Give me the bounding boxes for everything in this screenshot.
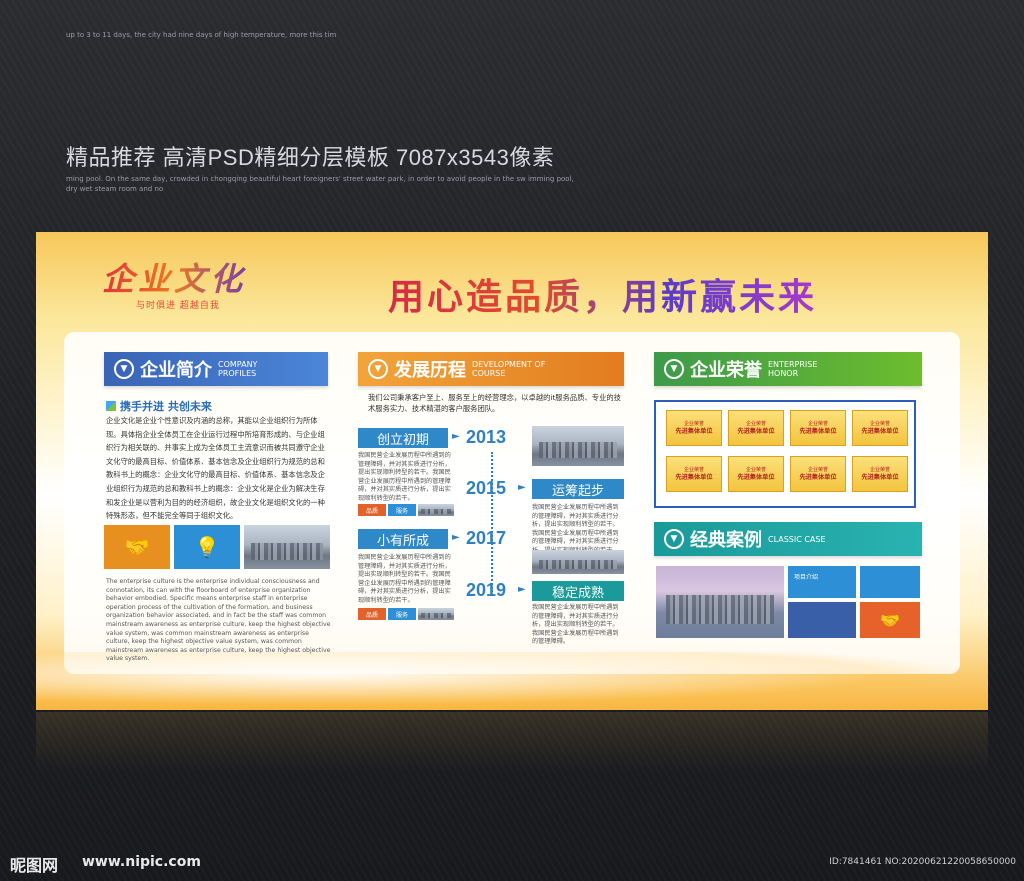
- timeline-tag-2019: 稳定成熟: [532, 581, 624, 601]
- city-image: [532, 426, 624, 466]
- honor-certificate: 企业荣誉 先进集体单位: [852, 456, 908, 492]
- display-board: 企业文化 与时俱进 超越自我 用心造品质，用新赢未来 ▼ 企业简介 COMPAN…: [36, 232, 988, 710]
- city-thumb: [418, 504, 454, 516]
- timeline-year-2019: 2019: [466, 580, 507, 600]
- history-title-en: DEVELOPMENT OF COURSE: [472, 360, 546, 378]
- case-info-box: 项目介绍: [788, 566, 856, 598]
- arrow-icon: ►: [452, 431, 460, 442]
- honor-certificate: 企业荣誉 先进集体单位: [728, 456, 784, 492]
- honor-certificate: 企业荣誉 先进集体单位: [728, 410, 784, 446]
- timeline-text-2017: 我国民营企业发展历程中所遇到的管理障碍，并对其实质进行分析，提出实现顺利转型的若…: [358, 554, 451, 604]
- handshake-icon: 🤝: [860, 602, 920, 638]
- profile-subtitle: 携手并进 共创未来: [120, 400, 212, 413]
- chevron-down-icon: ▼: [664, 529, 684, 549]
- board-reflection: [36, 712, 988, 772]
- cases-title-en: CLASSIC CASE: [768, 534, 826, 544]
- profile-subtitle-row: 携手并进 共创未来: [106, 398, 212, 414]
- footer-logo: 昵图网: [10, 856, 59, 875]
- timeline-text-2019: 我国民营企业发展历程中所遇到的管理障碍，并对其实质进行分析，提出实现顺利转型的若…: [532, 604, 619, 646]
- timeline-year-2013: 2013: [466, 427, 507, 447]
- honor-title: 企业荣誉: [690, 360, 762, 381]
- profile-title: 企业简介: [140, 360, 212, 381]
- profile-body: 企业文化是企业个性意识及内涵的总称，其能以企业组织行为所体现。具体指企业全体员工…: [106, 416, 325, 521]
- arrow-icon: ►: [518, 584, 526, 595]
- timeline-tag-2015: 运筹起步: [532, 479, 624, 499]
- profile-title-en: COMPANY PROFILES: [218, 360, 258, 378]
- city-skyline-image: [656, 566, 784, 638]
- footer-url[interactable]: www.nipic.com: [82, 854, 201, 870]
- city-thumb: [418, 608, 454, 620]
- honor-certificate: 企业荣誉 先进集体单位: [666, 410, 722, 446]
- board-slogan: 用心造品质，用新赢未来: [388, 268, 817, 320]
- timeline-tag-2017: 小有所成: [358, 529, 448, 549]
- mini-tag: 服务: [388, 608, 416, 620]
- arrow-icon: ►: [518, 482, 526, 493]
- history-title: 发展历程: [394, 360, 466, 381]
- timeline-year-2017: 2017: [466, 528, 507, 548]
- header-tiny-text: up to 3 to 11 days, the city had nine da…: [66, 31, 337, 39]
- board-logo: 企业文化: [102, 254, 246, 300]
- timeline-line: [491, 452, 495, 592]
- case-tile: [788, 602, 856, 638]
- honor-certificate: 企业荣誉 先进集体单位: [790, 410, 846, 446]
- timeline-text-2013: 我国民营企业发展历程中所遇到的管理障碍，并对其实质进行分析，提出实现顺利转型的若…: [358, 452, 451, 502]
- mini-tag: 品质: [358, 608, 386, 620]
- square-icon: [106, 401, 116, 411]
- honor-title-en: ENTERPRISE HONOR: [768, 360, 818, 378]
- honor-certificate: 企业荣誉 先进集体单位: [666, 456, 722, 492]
- case-tile: [860, 566, 920, 598]
- history-intro: 我们公司秉承客户至上、服务至上的经营理念，以卓越的it服务品质、专业的技术服务实…: [368, 393, 621, 413]
- header-small-text: ming pool. On the same day, crowded in c…: [66, 175, 574, 193]
- case-info-label: 项目介绍: [794, 574, 819, 581]
- cases-header: ▼ 经典案例 CLASSIC CASE: [654, 522, 922, 556]
- header-title: 精品推荐 高清PSD精细分层模板 7087x3543像素: [66, 145, 555, 170]
- mini-tag: 品质: [358, 504, 386, 516]
- history-header: ▼ 发展历程 DEVELOPMENT OF COURSE: [358, 352, 624, 386]
- footer-id: ID:7841461 NO:20200621220058650000: [829, 857, 1016, 867]
- chevron-down-icon: ▼: [368, 359, 388, 379]
- city-image: [244, 525, 330, 569]
- mini-tag: 服务: [388, 504, 416, 516]
- cases-title: 经典案例: [690, 530, 762, 551]
- lightbulb-icon: 💡: [174, 525, 240, 569]
- profile-english-body: The enterprise culture is the enterprise…: [106, 578, 331, 663]
- timeline-year-2015: 2015: [466, 478, 507, 498]
- timeline-text-2015: 我国民营企业发展历程中所遇到的管理障碍，并对其实质进行分析，提出实现顺利转型的若…: [532, 504, 619, 554]
- board-logo-sub: 与时俱进 超越自我: [136, 301, 220, 311]
- city-image: [532, 550, 624, 574]
- chevron-down-icon: ▼: [114, 359, 134, 379]
- honor-header: ▼ 企业荣誉 ENTERPRISE HONOR: [654, 352, 922, 386]
- timeline-tag-2013: 创立初期: [358, 428, 448, 448]
- chevron-down-icon: ▼: [664, 359, 684, 379]
- honor-certificate: 企业荣誉 先进集体单位: [790, 456, 846, 492]
- handshake-icon: 🤝: [104, 525, 170, 569]
- arrow-icon: ►: [452, 532, 460, 543]
- profile-header: ▼ 企业简介 COMPANY PROFILES: [104, 352, 328, 386]
- honor-certificate: 企业荣誉 先进集体单位: [852, 410, 908, 446]
